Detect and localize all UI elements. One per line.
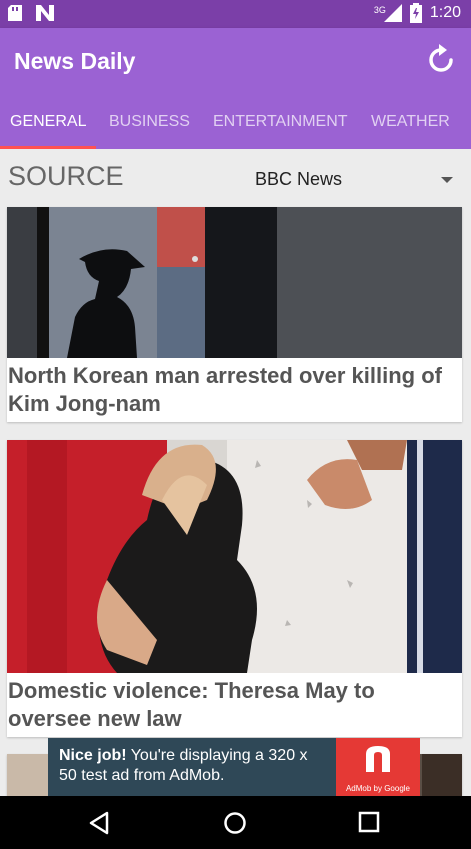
status-bar: 3G 1:20 <box>0 0 471 28</box>
status-time: 1:20 <box>429 4 461 21</box>
article-headline: North Korean man arrested over killing o… <box>8 363 442 416</box>
refresh-icon[interactable] <box>425 44 457 76</box>
back-icon[interactable] <box>88 811 110 835</box>
sd-card-icon <box>8 5 22 21</box>
tab-general[interactable]: GENERAL <box>0 100 96 149</box>
article-image <box>7 207 462 358</box>
n-notification-icon <box>36 5 54 21</box>
ad-text: Nice job! You're displaying a 320 x 50 t… <box>59 746 329 786</box>
admob-badge: AdMob by Google <box>336 738 420 796</box>
ad-bold-text: Nice job! <box>59 747 127 764</box>
article-card[interactable]: Domestic violence: Theresa May to overse… <box>7 440 462 737</box>
source-selected-value: BBC News <box>255 169 343 189</box>
home-icon[interactable] <box>223 811 247 835</box>
tab-weather[interactable]: WEATHER <box>358 100 471 149</box>
source-label: SOURCE <box>8 161 124 191</box>
category-tabs: GENERAL BUSINESS ENTERTAINMENT WEATHER <box>0 100 471 149</box>
dropdown-arrow-icon <box>441 177 453 183</box>
admob-brand: AdMob by Google <box>345 784 411 793</box>
article-headline: Domestic violence: Theresa May to overse… <box>8 678 375 731</box>
signal-icon <box>383 4 402 22</box>
recents-icon[interactable] <box>358 811 380 833</box>
source-dropdown[interactable]: BBC News <box>255 169 455 195</box>
app-title: News Daily <box>14 48 136 74</box>
app-bar: News Daily GENERAL BUSINESS ENTERTAINMEN… <box>0 28 471 149</box>
admob-logo-icon <box>366 746 390 772</box>
tab-business[interactable]: BUSINESS <box>96 100 200 149</box>
article-card[interactable]: North Korean man arrested over killing o… <box>7 207 462 422</box>
tab-entertainment[interactable]: ENTERTAINMENT <box>200 100 358 149</box>
battery-icon <box>409 3 422 23</box>
source-row: SOURCE BBC News <box>0 149 471 205</box>
navigation-bar <box>0 796 471 849</box>
ad-banner[interactable]: Nice job! You're displaying a 320 x 50 t… <box>48 738 420 796</box>
article-image <box>7 440 462 673</box>
